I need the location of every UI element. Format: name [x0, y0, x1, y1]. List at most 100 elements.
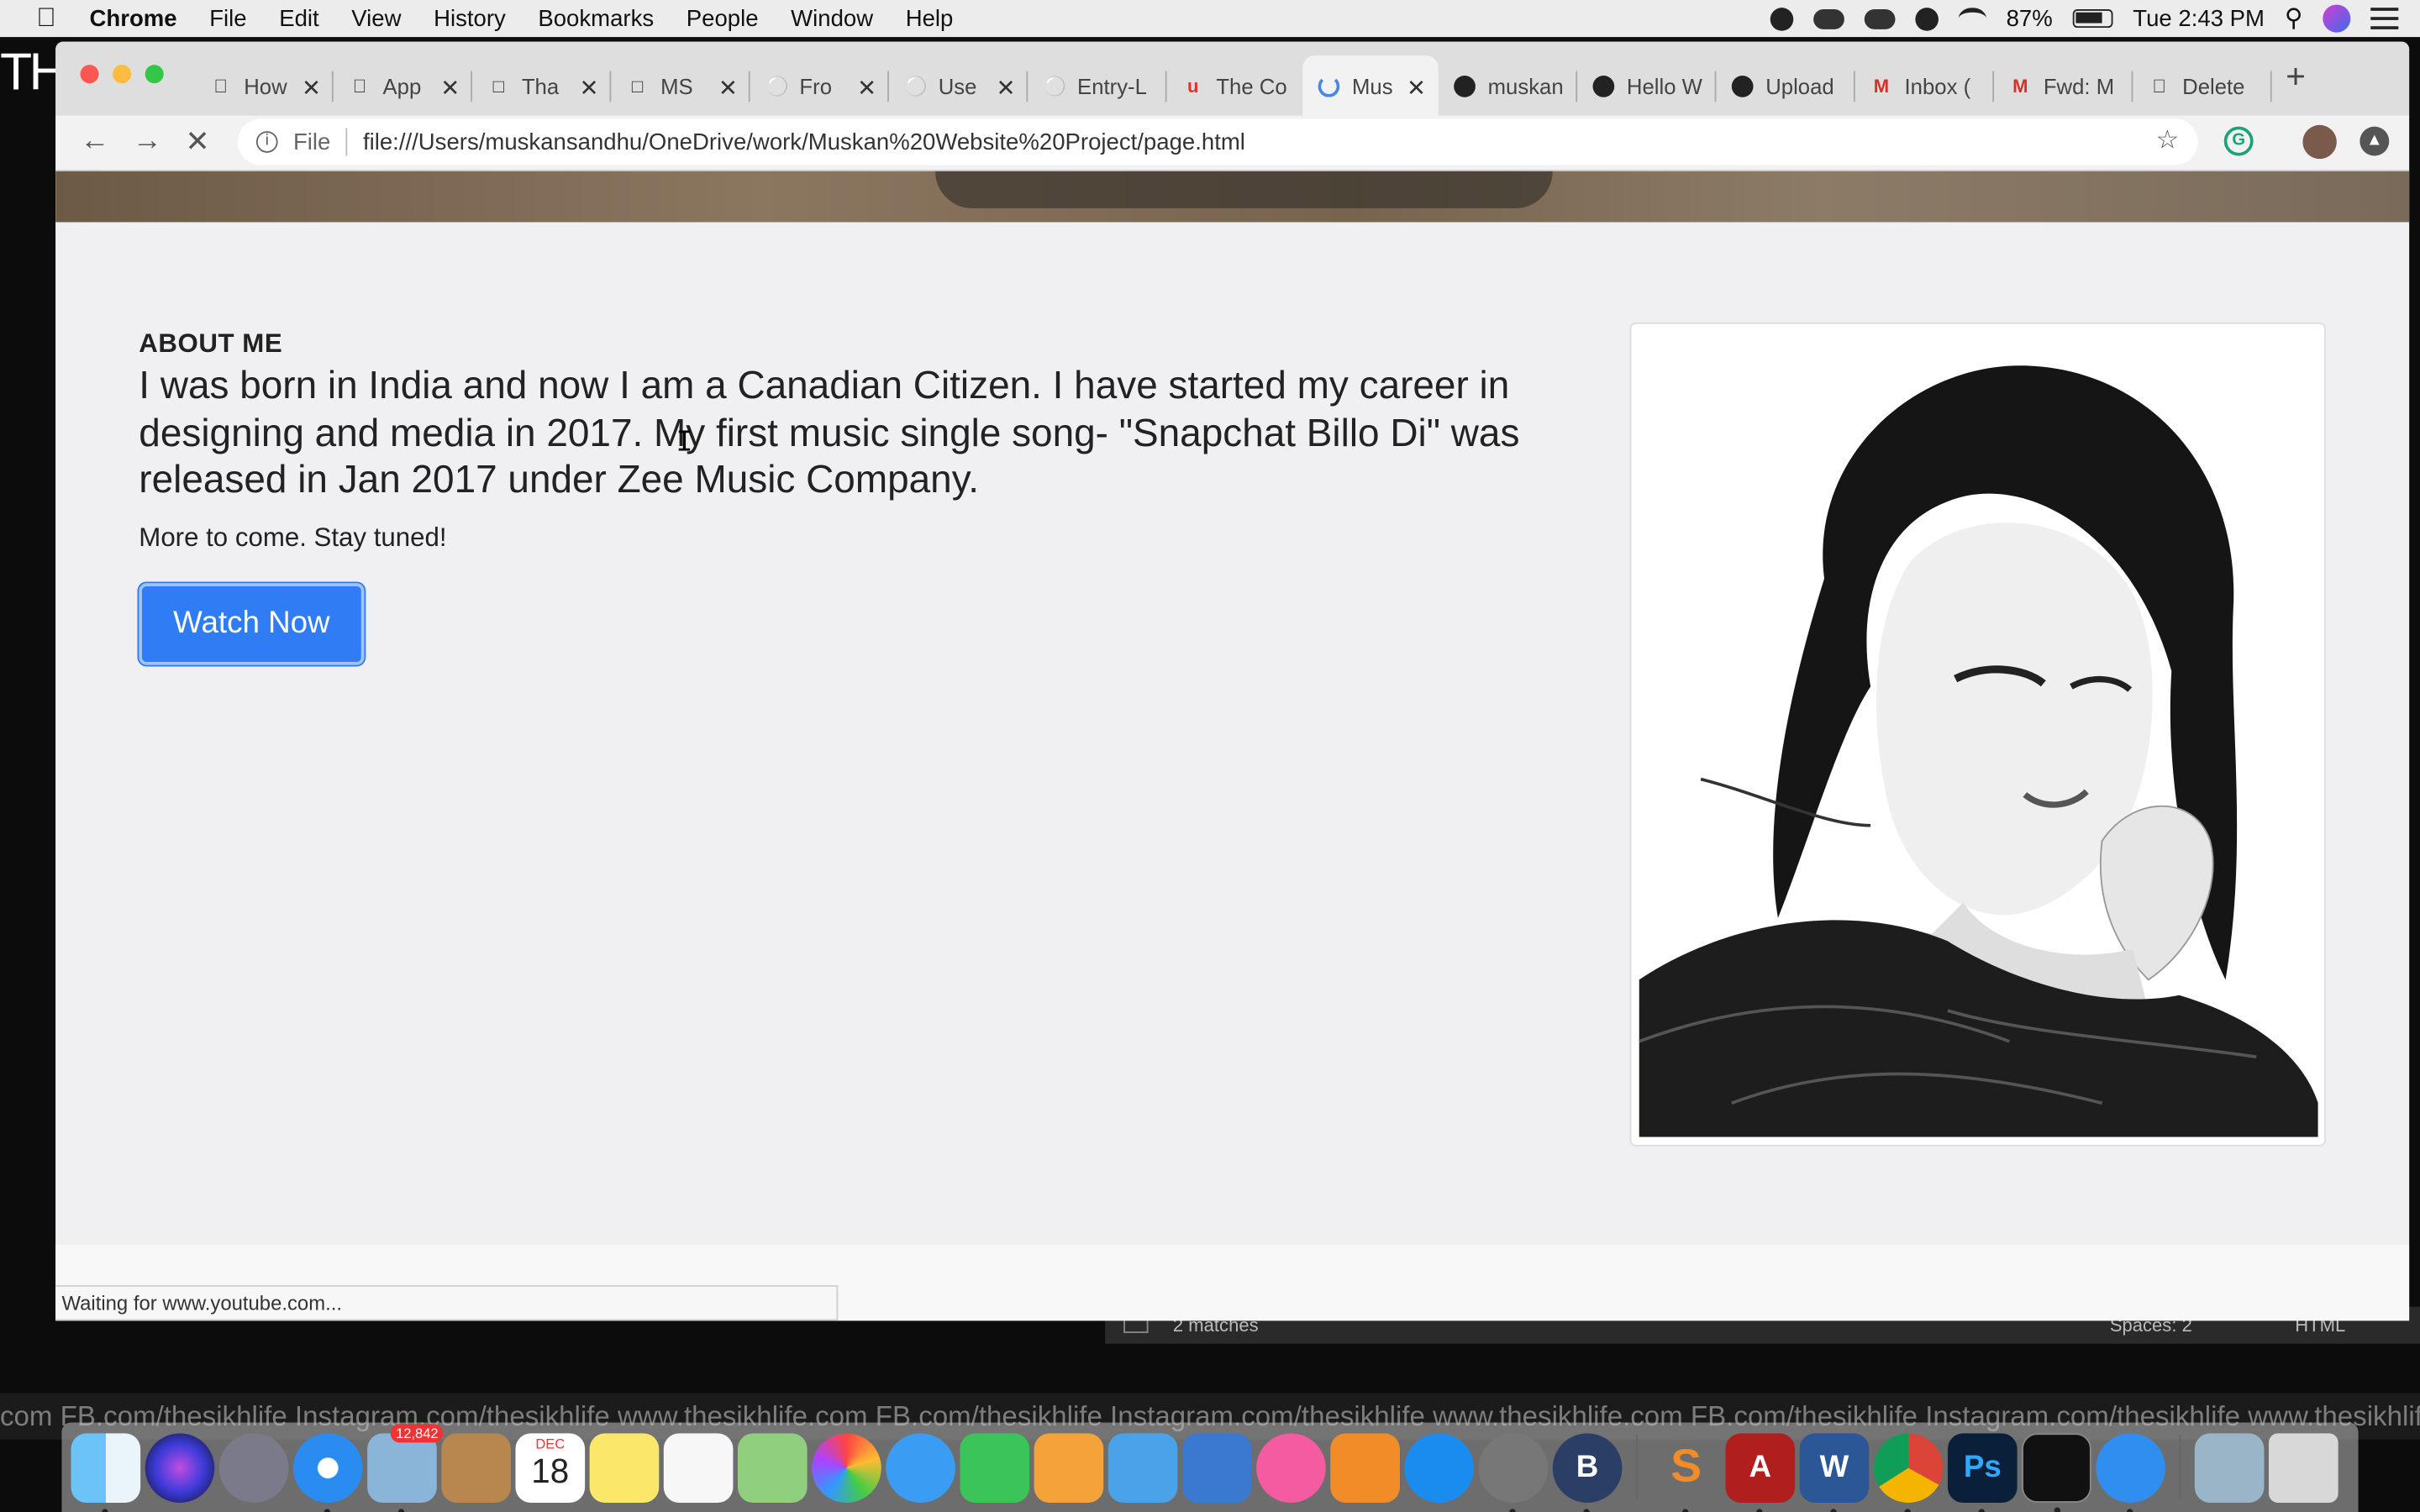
notification-center-icon[interactable] [2370, 8, 2399, 29]
tab[interactable]: M Fwd: M [1994, 55, 2133, 116]
menu-view[interactable]: View [351, 5, 401, 31]
tab[interactable]: Upload [1716, 55, 1855, 116]
calendar-day: 18 [531, 1451, 570, 1490]
stop-loading-button[interactable]: ✕ [185, 125, 209, 160]
portrait-card [1629, 322, 2326, 1147]
menu-file[interactable]: File [209, 5, 246, 31]
tab[interactable]: How✕ [194, 55, 334, 116]
address-bar[interactable]: i File file:///Users/muskansandhu/OneDri… [237, 118, 2198, 165]
contacts-icon[interactable] [441, 1432, 511, 1503]
bike-icon: ⚪ [765, 75, 789, 97]
app-store-icon[interactable] [1404, 1432, 1475, 1503]
cloud-sync-icon[interactable] [1864, 8, 1896, 29]
word-icon[interactable]: W [1799, 1432, 1870, 1512]
apple-icon:  [349, 75, 371, 97]
zoom-window-button[interactable] [145, 65, 164, 84]
close-tab-icon[interactable]: ✕ [1407, 74, 1426, 102]
tab[interactable]: ⚪ Entry-L [1028, 55, 1167, 116]
about-lead-text: I was born in India and now I am a Canad… [139, 364, 1520, 501]
close-window-button[interactable] [80, 65, 99, 84]
safari-icon[interactable] [292, 1432, 363, 1512]
record-icon[interactable] [1770, 7, 1794, 30]
tab[interactable]: u The Co [1167, 55, 1306, 116]
terminal-icon[interactable] [2022, 1432, 2091, 1512]
finder-icon[interactable] [71, 1432, 141, 1512]
numbers-icon[interactable] [1107, 1432, 1178, 1503]
calendar-icon[interactable]: DEC 18 [515, 1432, 586, 1503]
messages-icon[interactable] [886, 1432, 955, 1503]
tab-active[interactable]: Mus ✕ [1302, 55, 1439, 116]
close-tab-icon[interactable]: ✕ [440, 74, 460, 102]
tab[interactable]: ⚪ Fro ✕ [750, 55, 889, 116]
menu-bookmarks[interactable]: Bookmarks [538, 5, 654, 31]
creative-cloud-icon[interactable] [1813, 8, 1844, 29]
photoshop-icon[interactable]: Ps [1947, 1432, 2018, 1512]
close-tab-icon[interactable]: ✕ [718, 74, 738, 102]
mail-icon[interactable]: 12,842 [367, 1423, 444, 1512]
itunes-icon[interactable] [1256, 1432, 1326, 1503]
tab[interactable]: □ MS ✕ [611, 55, 750, 116]
apple-menu-icon[interactable]:  [18, 3, 74, 34]
facetime-icon[interactable] [960, 1432, 1030, 1503]
maps-icon[interactable] [737, 1432, 808, 1503]
close-tab-icon[interactable]: ✕ [996, 74, 1015, 102]
close-tab-icon[interactable]: ✕ [857, 74, 876, 102]
dock: 12,842 DEC 18 B S A W Ps [61, 1422, 2359, 1512]
ibooks-icon[interactable] [1330, 1432, 1400, 1503]
downloads-stack-icon[interactable] [2194, 1432, 2265, 1503]
keynote-icon[interactable] [1181, 1432, 1252, 1503]
spotlight-icon[interactable]: ⚲ [2285, 3, 2303, 34]
battery-icon[interactable] [2072, 9, 2113, 29]
notes-icon[interactable] [589, 1432, 660, 1503]
bbedit-icon[interactable]: B [1552, 1432, 1623, 1512]
forward-button[interactable]: → [133, 125, 162, 159]
tab[interactable]: M Inbox ( [1855, 55, 1995, 116]
tab[interactable]: Hello W [1577, 55, 1717, 116]
wifi-icon[interactable] [1958, 8, 1986, 29]
siri-dock-icon[interactable] [145, 1432, 215, 1503]
tab[interactable]: muskan [1439, 55, 1578, 116]
close-tab-icon[interactable]: ✕ [302, 74, 321, 102]
menu-help[interactable]: Help [906, 5, 954, 31]
trash-icon[interactable] [2269, 1432, 2338, 1503]
menu-edit[interactable]: Edit [279, 5, 318, 31]
info-icon[interactable]: i [255, 131, 278, 153]
tab-strip: How✕ App✕ □Tha✕ □MS✕ ⚪Fro✕ ⚪Use✕ ⚪Entr… [55, 41, 2410, 116]
menu-window[interactable]: Window [791, 5, 873, 31]
menu-history[interactable]: History [434, 5, 506, 31]
sublime-text-icon[interactable]: S [1651, 1432, 1721, 1512]
reminders-icon[interactable] [663, 1432, 734, 1503]
tab[interactable]: App✕ [334, 55, 473, 116]
acrobat-icon[interactable]: A [1725, 1432, 1796, 1512]
quicktime-icon[interactable] [2096, 1432, 2165, 1512]
tab[interactable]: □ Tha ✕ [472, 55, 612, 116]
minimize-window-button[interactable] [113, 65, 132, 84]
screen: TH 2 matches Spaces: 2 HTML com FB.com/t… [0, 0, 2420, 1512]
photos-icon[interactable] [812, 1432, 881, 1503]
gmail-icon: M [2012, 75, 2028, 97]
pages-icon[interactable] [1034, 1432, 1104, 1503]
file-scheme-label: File [292, 129, 331, 155]
github-icon [1731, 75, 1754, 97]
watch-now-button[interactable]: Watch Now [139, 583, 365, 665]
launchpad-icon[interactable] [218, 1432, 289, 1503]
extension-upload-icon[interactable]: ▲ [2360, 126, 2390, 156]
battery-percent[interactable]: 87% [2007, 5, 2053, 31]
grammarly-extension-icon[interactable]: G [2223, 126, 2254, 156]
mail-badge: 12,842 [391, 1423, 444, 1442]
menu-clock[interactable]: Tue 2:43 PM [2133, 5, 2265, 31]
tab[interactable]: Delete [2133, 55, 2272, 116]
system-preferences-icon[interactable] [1478, 1432, 1549, 1512]
back-button[interactable]: ← [81, 125, 110, 159]
new-tab-button[interactable]: + [2286, 57, 2306, 97]
bookmark-star-icon[interactable]: ☆ [2155, 125, 2179, 156]
menu-people[interactable]: People [687, 5, 759, 31]
chrome-icon[interactable] [1873, 1432, 1944, 1512]
siri-icon[interactable] [2323, 4, 2351, 33]
tab[interactable]: ⚪ Use ✕ [889, 55, 1028, 116]
profile-avatar[interactable] [2302, 124, 2337, 160]
close-tab-icon[interactable]: ✕ [580, 74, 599, 102]
checkmark-icon[interactable] [1915, 7, 1939, 30]
menu-app-name[interactable]: Chrome [90, 5, 177, 31]
url-text[interactable]: file:///Users/muskansandhu/OneDrive/work… [363, 129, 1245, 155]
